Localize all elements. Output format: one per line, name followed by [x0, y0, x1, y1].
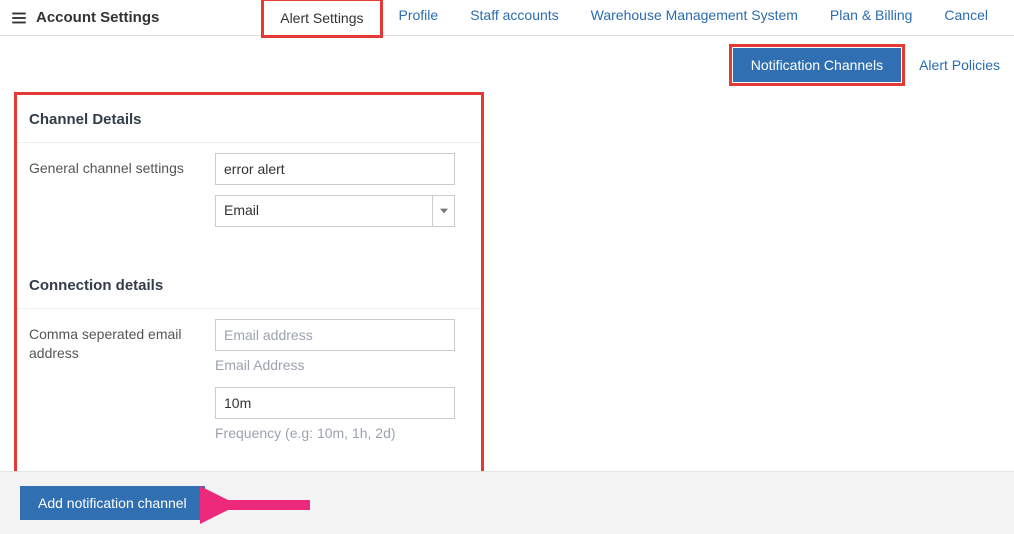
footer-bar: Add notification channel or — [0, 471, 1014, 534]
tab-staff-accounts[interactable]: Staff accounts — [454, 0, 574, 38]
top-tabs: Alert Settings Profile Staff accounts Wa… — [261, 0, 1004, 38]
divider — [17, 142, 481, 143]
channel-form: Channel Details General channel settings… — [14, 92, 484, 488]
hamburger-icon[interactable] — [10, 9, 28, 27]
general-settings-row: General channel settings Email — [29, 153, 469, 227]
frequency-input[interactable] — [215, 387, 455, 419]
channel-type-select[interactable]: Email — [215, 195, 469, 227]
email-row: Comma seperated email address Email Addr… — [29, 319, 469, 373]
email-address-input[interactable] — [215, 319, 455, 351]
channel-name-input[interactable] — [215, 153, 455, 185]
page-title: Account Settings — [36, 9, 159, 26]
chevron-down-icon[interactable] — [433, 195, 455, 227]
frequency-helper-text: Frequency (e.g: 10m, 1h, 2d) — [215, 425, 469, 441]
add-notification-channel-button[interactable]: Add notification channel — [20, 486, 205, 520]
notification-channels-button[interactable]: Notification Channels — [733, 48, 901, 82]
frequency-row: Frequency (e.g: 10m, 1h, 2d) — [29, 387, 469, 441]
main-panel: Channel Details General channel settings… — [0, 92, 1014, 502]
frequency-label — [29, 387, 199, 441]
tab-warehouse-management[interactable]: Warehouse Management System — [575, 0, 814, 38]
alert-policies-link[interactable]: Alert Policies — [919, 57, 1000, 73]
general-settings-label: General channel settings — [29, 153, 199, 227]
channel-details-heading: Channel Details — [29, 105, 469, 138]
email-label: Comma seperated email address — [29, 319, 199, 373]
tab-cancel[interactable]: Cancel — [928, 0, 1004, 38]
page-header: Account Settings Alert Settings Profile … — [0, 0, 1014, 36]
tab-alert-settings[interactable]: Alert Settings — [261, 0, 382, 38]
divider — [17, 308, 481, 309]
tab-plan-billing[interactable]: Plan & Billing — [814, 0, 929, 38]
connection-details-heading: Connection details — [29, 271, 469, 304]
email-helper-text: Email Address — [215, 357, 469, 373]
channel-type-value: Email — [215, 195, 433, 227]
sub-header: Notification Channels Alert Policies — [0, 36, 1014, 86]
tab-profile[interactable]: Profile — [383, 0, 455, 38]
footer-or-text: or — [213, 496, 225, 511]
